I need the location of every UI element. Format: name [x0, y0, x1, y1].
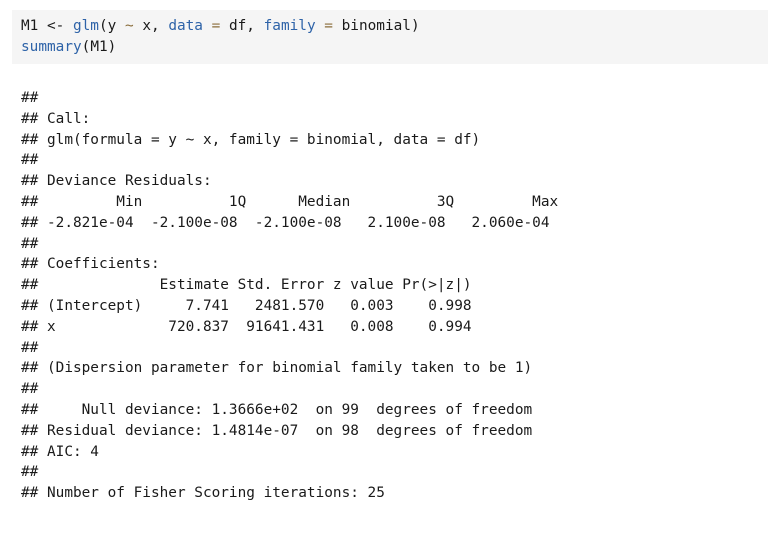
code-token: (M1)	[81, 39, 117, 55]
output-line: ## Estimate Std. Error z value Pr(>|z|)	[21, 277, 472, 294]
output-line: ## (Dispersion parameter for binomial fa…	[21, 360, 533, 377]
code-line: M1 <- glm(y ~ x, data = df, family = bin…	[21, 16, 420, 36]
code-token: ~	[124, 18, 134, 34]
output-line: ## x 720.837 91641.431 0.008 0.994	[21, 318, 472, 335]
output-line: ##	[21, 235, 39, 252]
code-token: =	[324, 18, 333, 34]
output-line: ##	[21, 339, 39, 356]
output-line: ## glm(formula = y ~ x, family = binomia…	[21, 131, 481, 148]
code-token: df,	[220, 18, 264, 34]
output-line: ##	[21, 152, 39, 169]
output-line: ##	[21, 464, 39, 481]
code-token: family	[263, 18, 316, 34]
output-line: ## AIC: 4	[21, 443, 99, 460]
output-line: ## Number of Fisher Scoring iterations: …	[21, 485, 385, 502]
code-token: glm	[72, 18, 99, 34]
code-token: binomial)	[332, 18, 420, 34]
code-block: M1 <- glm(y ~ x, data = df, family = bin…	[12, 10, 768, 64]
code-token: summary	[21, 39, 82, 55]
output-line: ## Deviance Residuals:	[21, 173, 212, 190]
output-line: ## Min 1Q Median 3Q Max	[21, 194, 559, 210]
code-token: x,	[133, 18, 169, 34]
output-line: ## Residual deviance: 1.4814e-07 on 98 d…	[21, 422, 533, 439]
code-token: M1 <-	[21, 18, 73, 34]
code-token: =	[211, 18, 221, 34]
output-line: ## Null deviance: 1.3666e+02 on 99 degre…	[21, 402, 533, 418]
code-token: (y	[98, 18, 125, 34]
output-line: ## Call:	[21, 110, 91, 127]
code-line: summary(M1)	[21, 37, 116, 57]
code-token: data	[168, 18, 203, 34]
output-line: ## (Intercept) 7.741 2481.570 0.003 0.99…	[21, 298, 472, 314]
output-line: ## Coefficients:	[21, 256, 160, 273]
output-line: ## -2.821e-04 -2.100e-08 -2.100e-08 2.10…	[21, 214, 550, 231]
output-line: ##	[21, 381, 39, 398]
output-line: ##	[21, 90, 39, 106]
